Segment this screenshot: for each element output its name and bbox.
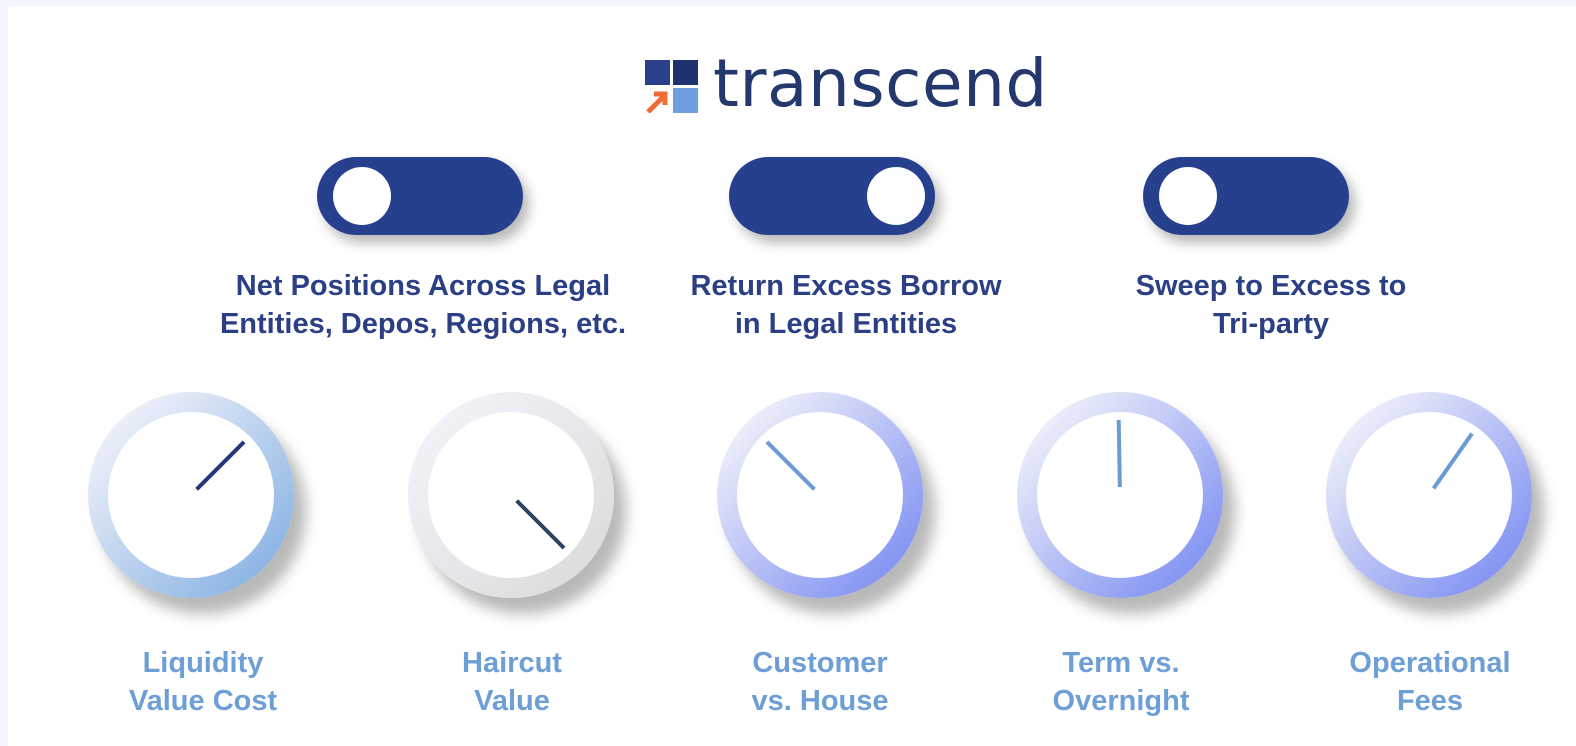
dial-label-line1: Term vs. <box>1062 647 1180 679</box>
toggle-label-line1: Sweep to Excess to <box>1135 270 1407 302</box>
dial-needle <box>765 440 816 491</box>
dial-label-4: Term vs. Overnight <box>991 644 1251 720</box>
dial-label-1: Liquidity Value Cost <box>73 644 333 720</box>
dial-knob-4[interactable] <box>1017 392 1223 598</box>
toggle-label-3: Sweep to Excess to Tri-party <box>1036 267 1506 343</box>
dial-needle <box>1431 432 1474 490</box>
transcend-logo-mark-icon <box>645 60 699 114</box>
dial-needle <box>515 499 566 550</box>
dial-needle-line <box>515 499 566 550</box>
dial-label-line2: Overnight <box>1052 685 1190 717</box>
dial-label-line2: Value Cost <box>128 685 278 717</box>
dial-needle-line <box>765 440 816 491</box>
dial-needle-line <box>195 440 246 491</box>
dial-label-line2: Fees <box>1396 685 1464 717</box>
toggle-label-1: Net Positions Across Legal Entities, Depo… <box>188 267 658 343</box>
dial-label-5: Operational Fees <box>1300 644 1560 720</box>
dial-needle <box>195 440 246 491</box>
dial-label-line1: Customer <box>752 647 888 679</box>
dial-knob-3[interactable] <box>717 392 923 598</box>
toggle-label-line2: Entities, Depos, Regions, etc. <box>219 308 627 340</box>
toggle-switch-3[interactable] <box>1143 157 1349 235</box>
toggle-switch-1[interactable] <box>317 157 523 235</box>
canvas: transcend Net Positions Across Legal Enti… <box>8 6 1576 746</box>
toggle-label-line1: Return Excess Borrow <box>690 270 1002 302</box>
toggle-label-2: Return Excess Borrow in Legal Entities <box>611 267 1081 343</box>
toggle-label-line2: Tri-party <box>1212 308 1330 340</box>
dial-label-line1: Operational <box>1349 647 1511 679</box>
toggle-label-line2: in Legal Entities <box>734 308 958 340</box>
dial-needle-line <box>1116 419 1122 488</box>
dial-label-line2: Value <box>474 685 550 717</box>
dial-label-line1: Liquidity <box>142 647 264 679</box>
logo-wordmark: transcend <box>713 45 1048 122</box>
dial-label-3: Customer vs. House <box>690 644 950 720</box>
dial-needle <box>1116 419 1122 488</box>
dial-label-2: Haircut Value <box>382 644 642 720</box>
dial-label-line1: Haircut <box>462 647 562 679</box>
toggle-switch-2[interactable] <box>729 157 935 235</box>
toggle-knob <box>867 167 925 225</box>
dial-knob-1[interactable] <box>88 392 294 598</box>
toggle-knob <box>1159 167 1217 225</box>
dial-needle-line <box>1431 432 1474 490</box>
dial-knob-2[interactable] <box>408 392 614 598</box>
toggle-label-line1: Net Positions Across Legal <box>235 270 611 302</box>
dial-knob-5[interactable] <box>1326 392 1532 598</box>
dial-label-line2: vs. House <box>751 685 889 717</box>
toggle-knob <box>333 167 391 225</box>
